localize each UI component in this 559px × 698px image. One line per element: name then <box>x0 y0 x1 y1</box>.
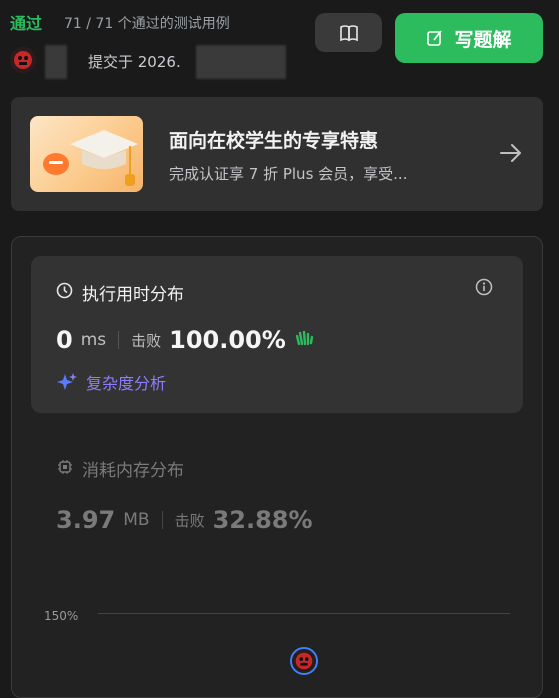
gridline <box>98 613 510 614</box>
runtime-title: 执行用时分布 <box>82 285 184 305</box>
arrow-right-icon[interactable] <box>499 143 523 167</box>
avatar-icon <box>292 649 316 673</box>
clap-icon <box>294 328 316 352</box>
sparkle-icon <box>57 373 77 390</box>
runtime-unit: ms <box>80 330 107 350</box>
runtime-card[interactable]: 执行用时分布 0 ms 击败 100.00% 复杂度分析 <box>31 256 523 413</box>
test-cases-count: 71 / 71 个通过的测试用例 <box>64 16 230 32</box>
user-marker-avatar[interactable] <box>290 647 318 675</box>
submitted-time: 提交于 2026. <box>88 53 181 71</box>
avatar-icon <box>10 47 36 73</box>
y-tick-label: 150% <box>44 609 79 623</box>
avatar[interactable] <box>10 47 36 73</box>
memory-title: 消耗内存分布 <box>82 461 184 481</box>
memory-beat-value: 32.88% <box>212 506 313 534</box>
notes-button[interactable] <box>315 13 382 52</box>
username-blurred <box>45 45 67 79</box>
memory-value: 3.97 <box>56 506 116 534</box>
memory-card[interactable]: 消耗内存分布 3.97 MB 击败 32.88% <box>31 440 523 550</box>
promo-graduation-image <box>30 116 143 192</box>
write-solution-button[interactable]: 写题解 <box>395 13 543 63</box>
clock-icon <box>56 282 73 303</box>
divider <box>118 331 120 349</box>
memory-unit: MB <box>123 510 150 530</box>
beat-label: 击败 <box>131 331 162 350</box>
chip-icon <box>57 459 73 479</box>
runtime-beat-value: 100.00% <box>169 326 286 354</box>
complexity-link[interactable]: 复杂度分析 <box>56 370 166 394</box>
complexity-label: 复杂度分析 <box>86 374 167 393</box>
graduation-cap-icon <box>43 130 138 186</box>
beat-label: 击败 <box>174 511 205 530</box>
submitted-time-blurred <box>196 45 286 79</box>
status-label: 通过 <box>10 14 43 33</box>
promo-title: 面向在校学生的专享特惠 <box>169 130 379 152</box>
promo-banner[interactable]: 面向在校学生的专享特惠 完成认证享 7 折 Plus 会员，享受... <box>11 97 543 211</box>
edit-icon <box>427 30 443 46</box>
book-icon <box>339 24 358 41</box>
promo-subtitle: 完成认证享 7 折 Plus 会员，享受... <box>169 165 408 183</box>
info-icon[interactable] <box>475 278 493 300</box>
runtime-value: 0 <box>56 326 73 354</box>
divider <box>161 511 163 529</box>
write-solution-label: 写题解 <box>454 28 512 51</box>
